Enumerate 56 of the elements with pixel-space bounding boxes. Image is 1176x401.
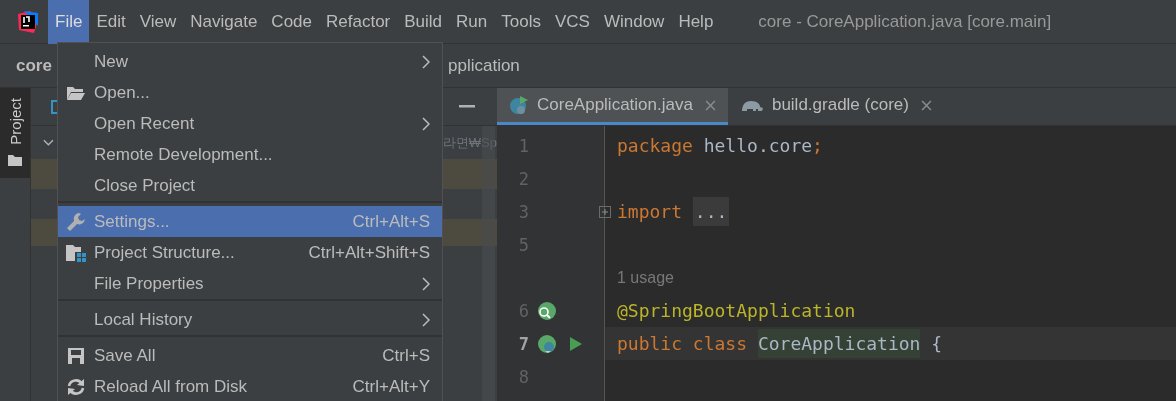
folder-icon bbox=[66, 84, 86, 101]
usage-hint[interactable]: 1 usage bbox=[617, 268, 674, 287]
menu-item[interactable]: Save All Ctrl+S bbox=[58, 340, 442, 371]
bean-search-icon[interactable] bbox=[537, 300, 557, 321]
tool-tab-label: Project bbox=[6, 98, 24, 145]
minimize-icon[interactable] bbox=[459, 104, 475, 109]
folder-icon bbox=[7, 152, 23, 167]
app-logo-icon[interactable] bbox=[16, 9, 40, 34]
chevron-icon[interactable] bbox=[43, 138, 54, 147]
wrench-icon bbox=[66, 211, 86, 232]
close-icon[interactable] bbox=[920, 99, 932, 111]
code-identifier: CoreApplication bbox=[757, 329, 921, 358]
menu-item[interactable]: Project Structure... Ctrl+Alt+Shift+S bbox=[58, 237, 442, 268]
code-annotation: @SpringBootApplication bbox=[617, 300, 856, 321]
project-structure-icon bbox=[65, 243, 87, 262]
code-text: hello.core bbox=[702, 135, 813, 156]
editor-tab[interactable]: CoreApplication.java bbox=[497, 88, 728, 125]
breadcrumb-item[interactable]: core bbox=[16, 55, 56, 76]
menu-item[interactable]: New bbox=[58, 46, 442, 77]
reload-icon bbox=[66, 376, 86, 397]
run-icon[interactable] bbox=[569, 335, 583, 352]
menu-bar-item[interactable]: VCS bbox=[547, 0, 597, 44]
menu-bar-item[interactable]: Tools bbox=[494, 0, 548, 44]
menu-item[interactable]: Open... bbox=[58, 77, 442, 108]
line-number: 7 bbox=[517, 333, 529, 354]
bean-class-icon[interactable] bbox=[537, 333, 557, 354]
menu-item[interactable]: File Properties bbox=[58, 268, 442, 299]
code-text: { bbox=[930, 333, 943, 354]
save-icon bbox=[67, 346, 85, 365]
menu-bar-item[interactable]: Help bbox=[671, 0, 721, 44]
menu-item[interactable]: Open Recent bbox=[58, 108, 442, 139]
menu-bar-item[interactable]: Run bbox=[449, 0, 495, 44]
menu-bar-item[interactable]: Navigate bbox=[183, 0, 265, 44]
window-title: core - CoreApplication.java [core.main] bbox=[758, 11, 1052, 32]
menu-item[interactable]: Reload All from Disk Ctrl+Alt+Y bbox=[58, 371, 442, 401]
menu-bar-item[interactable]: Build bbox=[397, 0, 450, 44]
menu-item[interactable]: Close Project bbox=[58, 170, 442, 201]
menu-bar-item[interactable]: File bbox=[48, 0, 90, 44]
code-keyword: ; bbox=[812, 135, 823, 156]
menu-bar-item[interactable]: Refactor bbox=[319, 0, 398, 44]
folded-code[interactable]: ... bbox=[692, 197, 730, 226]
expand-fold-icon[interactable] bbox=[599, 205, 611, 218]
code-keyword: package bbox=[617, 135, 693, 156]
editor-tab[interactable]: build.gradle (core) bbox=[727, 88, 944, 125]
menu-bar-item[interactable]: Edit bbox=[89, 0, 133, 44]
menu-bar-item[interactable]: Window bbox=[596, 0, 672, 44]
menu-item[interactable]: Local History bbox=[58, 304, 442, 335]
menu-bar-item[interactable]: View bbox=[132, 0, 184, 44]
java-class-icon bbox=[509, 95, 529, 115]
project-tool-tab[interactable]: Project bbox=[0, 88, 30, 178]
breadcrumb-item[interactable]: pplication bbox=[448, 55, 520, 76]
menu-bar-item[interactable]: Code bbox=[264, 0, 319, 44]
close-icon[interactable] bbox=[704, 99, 716, 111]
code-keyword: public class bbox=[617, 333, 748, 354]
menu-item[interactable]: Remote Development... bbox=[58, 139, 442, 170]
code-keyword: import bbox=[617, 201, 683, 222]
